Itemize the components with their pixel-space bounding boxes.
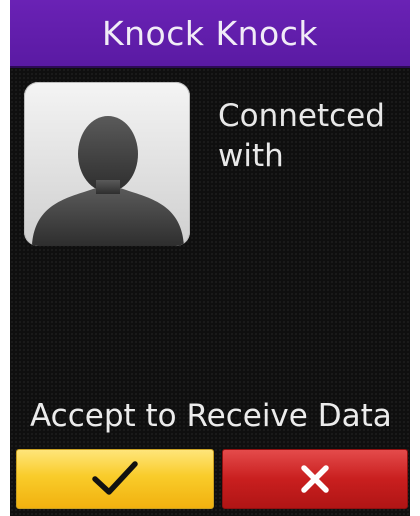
close-icon — [301, 465, 329, 493]
person-silhouette-icon — [32, 116, 184, 246]
status-line-2: with — [218, 138, 284, 174]
accept-button[interactable] — [16, 449, 214, 509]
connection-status: Connetced with — [218, 96, 408, 176]
status-line-1: Connetced — [218, 98, 385, 134]
title-bar: Knock Knock — [10, 0, 410, 68]
checkmark-icon — [92, 461, 138, 495]
reject-button[interactable] — [222, 449, 408, 509]
page-title: Knock Knock — [102, 13, 318, 53]
avatar — [24, 82, 190, 246]
accept-prompt: Accept to Receive Data — [30, 398, 392, 434]
knock-knock-screen: Knock Knock Connetced with Accept to Rec… — [10, 0, 410, 516]
